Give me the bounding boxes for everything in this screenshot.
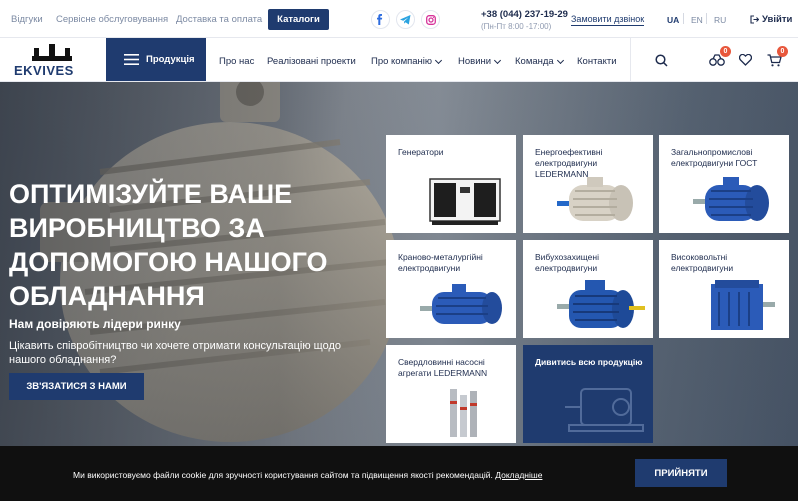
chevron-down-icon [556, 56, 564, 64]
lang-divider [706, 13, 707, 24]
catalogs-button[interactable]: Каталоги [268, 9, 329, 30]
nav-team-label: Команда [515, 56, 554, 67]
nav-contacts-label: Контакти [577, 56, 617, 67]
nav-projects[interactable]: Реалізовані проекти [267, 56, 356, 67]
product-card-title: Кранoво-металургійні електродвигуни [398, 252, 483, 273]
product-card-gost-motors[interactable]: Загальнопромислові електродвигуни ГОСТ [659, 135, 789, 233]
top-bar: Відгуки Сервісне обслуговування Доставка… [0, 0, 798, 38]
product-card-title: Генератори [398, 147, 444, 157]
generator-icon [429, 178, 501, 225]
motor-highvolt-icon [711, 280, 775, 330]
nav-team[interactable]: Команда [515, 56, 564, 67]
nav-projects-label: Реалізовані проекти [267, 56, 356, 67]
login-icon [750, 15, 759, 24]
product-card-crane-motors[interactable]: Кранoво-металургійні електродвигуни [386, 240, 516, 338]
instagram-icon[interactable] [421, 10, 440, 29]
nav-contacts[interactable]: Контакти [577, 56, 617, 67]
products-menu-button[interactable]: Продукція [106, 38, 206, 81]
motor-explosion-icon [557, 280, 645, 328]
telegram-icon[interactable] [396, 10, 415, 29]
product-card-generators[interactable]: Генератори [386, 135, 516, 233]
login-button[interactable]: Увійти [750, 14, 792, 25]
hero-description: Цікавить співробітництво чи хочете отрим… [9, 340, 341, 366]
hero-title: ОПТИМІЗУЙТЕ ВАШЕ ВИРОБНИЦТВО ЗА ДОПОМОГО… [9, 179, 328, 311]
heart-icon[interactable] [736, 51, 754, 69]
product-card-title: Вибухозахищені електродвигуни [535, 252, 599, 273]
motor-white-icon [557, 177, 633, 221]
nav-company[interactable]: Про компанію [371, 56, 443, 67]
nav-company-label: Про компанію [371, 56, 433, 67]
cookie-message: Ми використовуємо файли cookie для зручн… [73, 470, 493, 480]
phone-number[interactable]: +38 (044) 237-19-29 [481, 9, 568, 20]
lang-ua[interactable]: UA [667, 15, 679, 25]
hero-section: ОПТИМІЗУЙТЕ ВАШЕ ВИРОБНИЦТВО ЗА ДОПОМОГО… [0, 82, 798, 501]
cookie-accept-button[interactable]: ПРИЙНЯТИ [635, 459, 727, 487]
login-label: Увійти [762, 14, 793, 25]
nav-about[interactable]: Про нас [219, 56, 254, 67]
hamburger-icon [124, 54, 139, 65]
product-card-ledermann-motors[interactable]: Енергоефективні електродвигуни LEDERMANN [523, 135, 653, 233]
catalog-outline-icon [565, 388, 644, 432]
compare-icon[interactable]: 0 [708, 46, 731, 69]
hero-subtitle: Нам довіряють лідери ринку [9, 317, 181, 331]
cookie-text: Ми використовуємо файли cookie для зручн… [73, 470, 542, 480]
cart-badge: 0 [777, 46, 788, 57]
search-icon[interactable] [652, 51, 670, 69]
view-all-products-label: Дивитись всю продукцію [535, 357, 643, 367]
compare-badge: 0 [720, 46, 731, 57]
service-link[interactable]: Сервісне обслуговування [56, 14, 168, 25]
nav-about-label: Про нас [219, 56, 255, 67]
product-card-explosion-proof-motors[interactable]: Вибухозахищені електродвигуни [523, 240, 653, 338]
cookie-banner: Ми використовуємо файли cookie для зручн… [0, 446, 798, 501]
product-card-borehole-pumps[interactable]: Свердловинні насосні агрегати LEDERMANN [386, 345, 516, 443]
working-hours: (Пн-Пт 8:00 -17:00) [481, 22, 552, 31]
motor-blue-icon [693, 177, 769, 221]
nav-news[interactable]: Новини [458, 56, 502, 67]
reviews-link[interactable]: Відгуки [11, 14, 43, 25]
pump-icon [450, 389, 477, 437]
product-card-title: Загальнопромислові електродвигуни ГОСТ [671, 147, 758, 168]
cart-icon[interactable]: 0 [765, 46, 788, 69]
product-card-title: Високовольтні електродвигуни [671, 252, 734, 273]
nav-divider [630, 38, 631, 81]
motor-blue-long-icon [420, 284, 502, 324]
view-all-products-card[interactable]: Дивитись всю продукцію [523, 345, 653, 443]
chevron-down-icon [494, 56, 502, 64]
lang-divider [683, 13, 684, 24]
product-card-title: Свердловинні насосні агрегати LEDERMANN [398, 357, 488, 378]
lang-en[interactable]: EN [691, 15, 703, 25]
nav-news-label: Новини [458, 56, 492, 67]
delivery-link[interactable]: Доставка та оплата [176, 14, 262, 25]
callback-link[interactable]: Замовити дзвінок [571, 14, 645, 26]
logo-text: EKVIVES [14, 63, 74, 78]
product-card-high-voltage-motors[interactable]: Високовольтні електродвигуни [659, 240, 789, 338]
main-nav: EKVIVES Продукція Про нас Реалізовані пр… [0, 38, 798, 82]
facebook-icon[interactable] [371, 10, 390, 29]
cookie-more-link[interactable]: Докладніше [495, 470, 542, 480]
contact-us-button[interactable]: ЗВ'ЯЗАТИСЯ З НАМИ [9, 373, 144, 400]
lang-ru[interactable]: RU [714, 15, 726, 25]
chevron-down-icon [434, 56, 443, 64]
logo-mark [32, 44, 72, 61]
products-label: Продукція [146, 54, 195, 65]
